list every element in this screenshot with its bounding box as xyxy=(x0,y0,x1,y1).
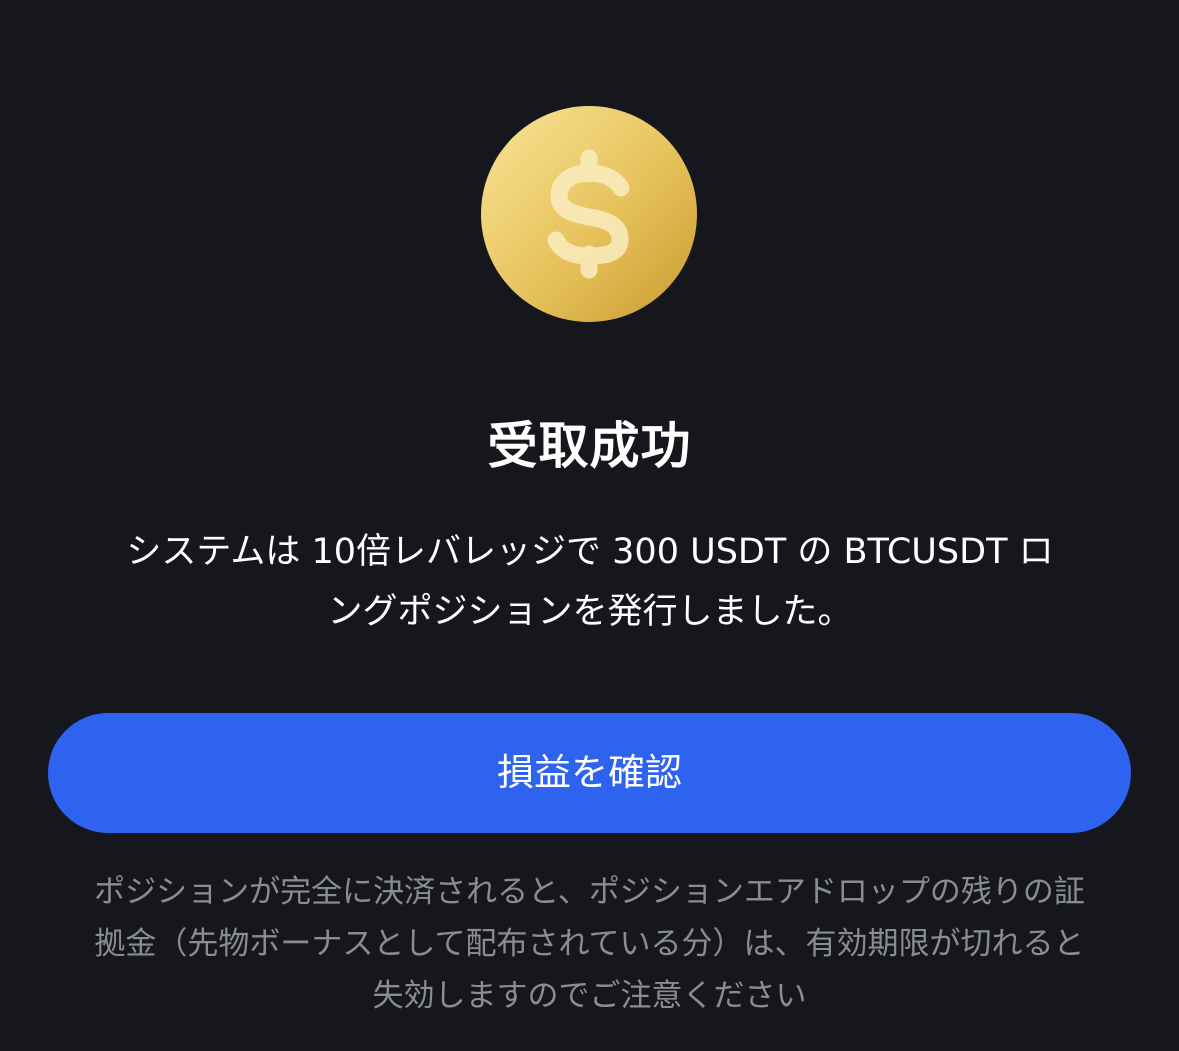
expiry-note: ポジションが完全に決済されると、ポジションエアドロップの残りの証 拠金（先物ボー… xyxy=(48,866,1131,1022)
dollar-coin-icon xyxy=(481,106,697,322)
success-dialog: 受取成功 システムは 10倍レバレッジで 300 USDT の BTCUSDT … xyxy=(0,0,1179,1051)
check-pnl-button[interactable]: 損益を確認 xyxy=(48,713,1131,833)
message-line-2: ングポジションを発行しました。 xyxy=(327,592,853,632)
dialog-message: システムは 10倍レバレッジで 300 USDT の BTCUSDT ロ ングポ… xyxy=(60,522,1120,642)
note-line-2: 拠金（先物ボーナスとして配布されている分）は、有効期限が切れると xyxy=(94,926,1085,962)
message-line-1: システムは 10倍レバレッジで 300 USDT の BTCUSDT ロ xyxy=(126,532,1054,572)
note-line-1: ポジションが完全に決済されると、ポジションエアドロップの残りの証 xyxy=(94,874,1085,910)
note-line-3: 失効しますのでご注意ください xyxy=(372,978,807,1014)
dialog-title: 受取成功 xyxy=(487,417,692,475)
